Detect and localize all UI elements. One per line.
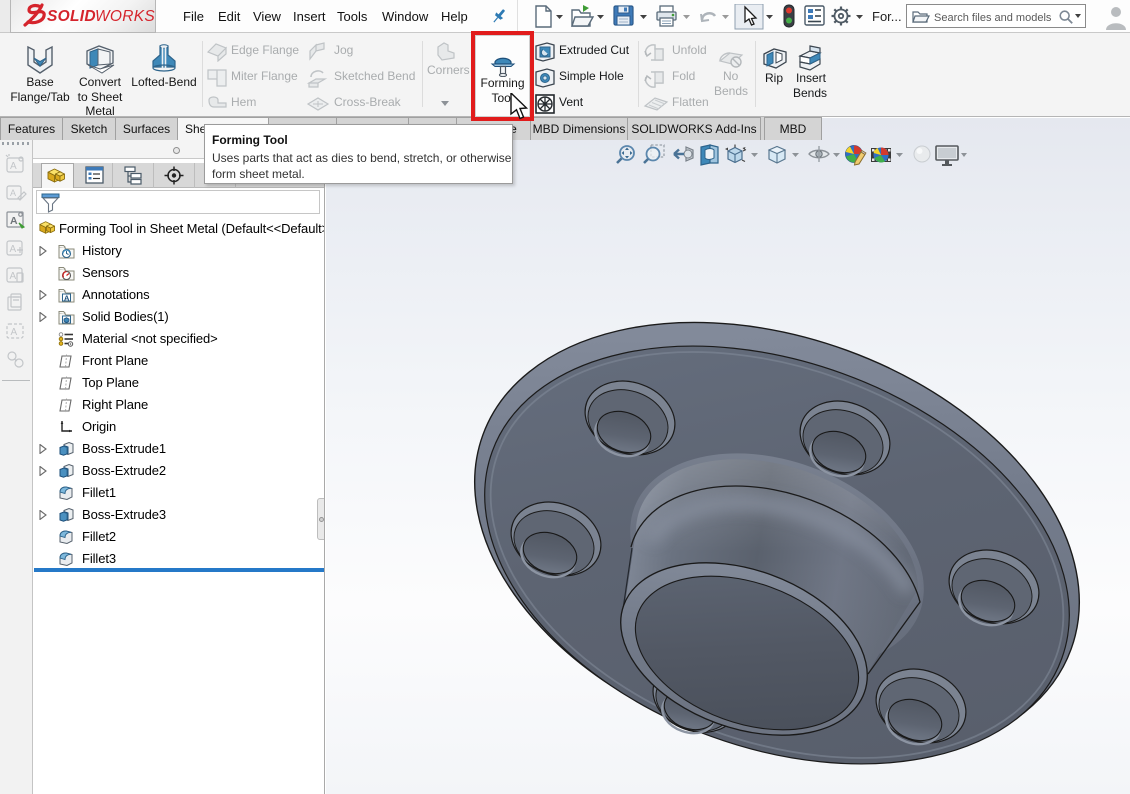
svg-text:A: A — [10, 271, 17, 282]
svg-text:A: A — [10, 244, 17, 255]
svg-text:WORKS: WORKS — [95, 8, 155, 25]
svg-text:A: A — [64, 294, 70, 303]
svg-text:A: A — [10, 161, 17, 172]
svg-text:SOLID: SOLID — [47, 8, 96, 25]
svg-text:A: A — [11, 327, 18, 338]
svg-text:A: A — [10, 188, 16, 198]
svg-text:A: A — [10, 215, 18, 227]
